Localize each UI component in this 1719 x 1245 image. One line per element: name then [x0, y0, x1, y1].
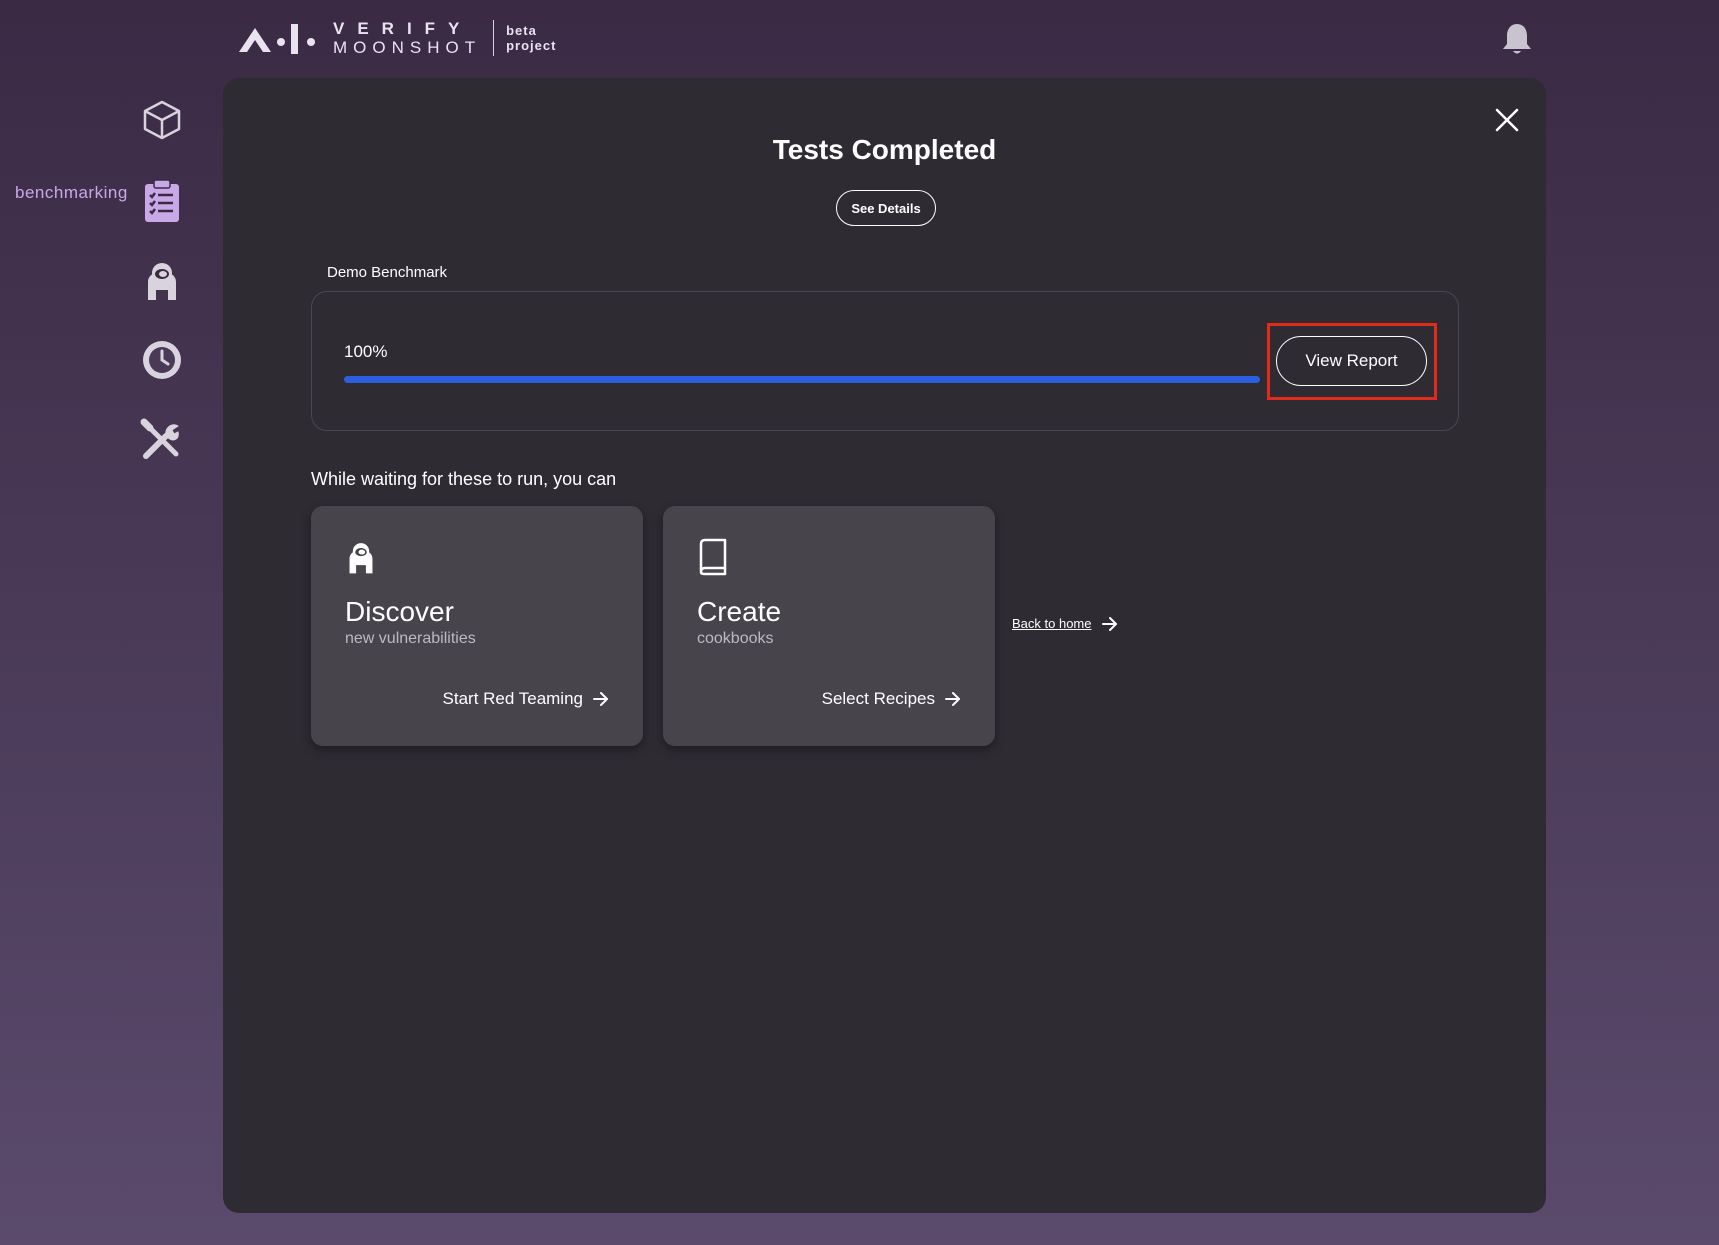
see-details-button[interactable]: See Details: [836, 190, 936, 226]
tools-icon[interactable]: [140, 418, 184, 462]
sidebar-item-benchmarking-label[interactable]: benchmarking: [15, 183, 128, 203]
bell-icon[interactable]: [1500, 22, 1534, 58]
start-red-teaming-link[interactable]: Start Red Teaming: [443, 689, 609, 709]
project-text: project: [506, 38, 557, 53]
card-title: Create: [697, 596, 782, 627]
progress-percentage: 100%: [344, 342, 388, 361]
progress-bar: [344, 376, 1260, 383]
arrow-right-icon: [593, 692, 608, 706]
card-subtitle: cookbooks: [697, 630, 774, 647]
cube-icon[interactable]: [140, 98, 184, 142]
card-link-label: Start Red Teaming: [442, 689, 583, 708]
card-title: Discover: [345, 596, 454, 627]
create-card[interactable]: Create cookbooks Select Recipes: [663, 506, 995, 746]
progress-bar-fill: [344, 376, 1260, 383]
select-recipes-link[interactable]: Select Recipes: [822, 689, 961, 709]
waiting-text: While waiting for these to run, you can: [311, 469, 617, 489]
arrow-right-icon: [1101, 616, 1117, 631]
arrow-right-icon: [945, 692, 960, 706]
benchmark-progress-card: 100% View Report: [311, 291, 1459, 431]
brand-beta-tag: beta project: [506, 23, 556, 53]
book-icon: [695, 538, 731, 576]
brand-verify-text: VERIFY: [333, 19, 473, 38]
red-teaming-agent-icon: [343, 538, 379, 576]
ai-logo-mark: [237, 20, 319, 56]
brand-divider: [493, 20, 495, 56]
history-clock-icon[interactable]: [140, 338, 184, 382]
benchmark-name: Demo Benchmark: [327, 264, 448, 281]
modal-title: Tests Completed: [772, 134, 997, 165]
beta-text: beta: [506, 23, 537, 38]
tests-completed-modal: Tests Completed See Details Demo Benchma…: [223, 78, 1546, 1213]
back-to-home-link[interactable]: Back to home: [1012, 616, 1118, 631]
card-link-label: Select Recipes: [821, 689, 935, 708]
back-to-home-label: Back to home: [1012, 616, 1092, 631]
brand-logo: VERIFY MOONSHOT beta project: [237, 20, 556, 56]
brand-moonshot-text: MOONSHOT: [333, 38, 482, 57]
red-teaming-agent-icon[interactable]: [140, 258, 184, 302]
view-report-button[interactable]: View Report: [1276, 336, 1427, 386]
card-subtitle: new vulnerabilities: [345, 630, 476, 647]
clipboard-checklist-icon[interactable]: [140, 178, 184, 222]
close-icon[interactable]: [1493, 106, 1521, 134]
discover-card[interactable]: Discover new vulnerabilities Start Red T…: [311, 506, 643, 746]
brand-wordmark: VERIFY MOONSHOT: [333, 20, 481, 56]
